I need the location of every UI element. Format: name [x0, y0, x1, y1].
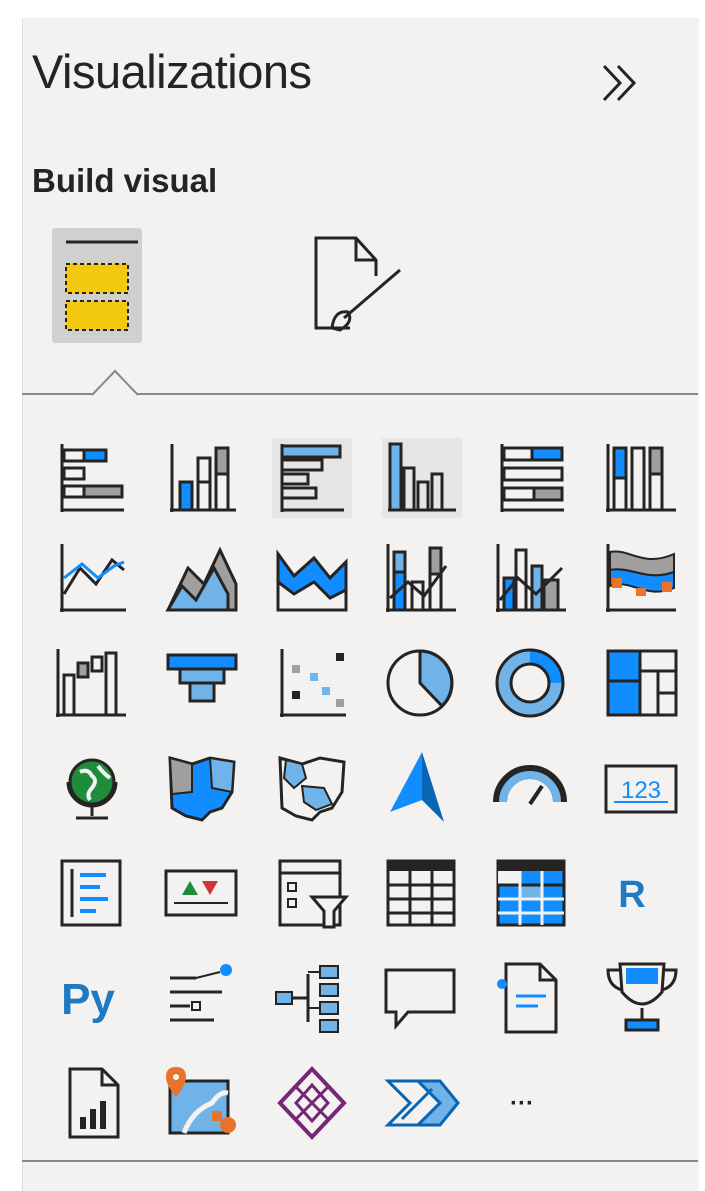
- visual-azure-map[interactable]: [382, 748, 462, 828]
- arcgis-map-icon: [166, 1067, 236, 1135]
- visual-decomposition-tree[interactable]: [272, 958, 352, 1038]
- line-chart-icon: [60, 544, 126, 612]
- visual-funnel[interactable]: [162, 643, 242, 723]
- visual-matrix[interactable]: [492, 853, 572, 933]
- visual-r-script-visual[interactable]: R: [602, 853, 682, 933]
- kpi-icon: [164, 869, 238, 917]
- stacked-area-chart-icon: [276, 549, 348, 612]
- ribbon-chart-icon: [606, 544, 676, 612]
- expand-pane-button[interactable]: [594, 58, 644, 108]
- visual-arcgis-map[interactable]: [162, 1063, 242, 1143]
- visual-treemap[interactable]: [602, 643, 682, 723]
- python-glyph: Py: [61, 975, 115, 1024]
- area-chart-icon: [165, 546, 238, 612]
- visual-smart-narrative[interactable]: [492, 958, 572, 1038]
- python-visual-icon: Py: [61, 975, 115, 1024]
- visual-map[interactable]: [52, 748, 132, 828]
- clustered-column-chart-icon: [388, 442, 456, 512]
- r-script-glyph: R: [618, 874, 645, 916]
- visual-power-apps[interactable]: [272, 1063, 352, 1143]
- line-and-clustered-column-chart-icon: [496, 544, 566, 612]
- visual-scatter-chart[interactable]: [272, 643, 352, 723]
- treemap-icon: [606, 649, 678, 717]
- card-icon: 123: [604, 764, 678, 814]
- r-script-visual-icon: R: [618, 874, 645, 916]
- visual-area-chart[interactable]: [162, 538, 242, 618]
- visual-pie-chart[interactable]: [382, 643, 462, 723]
- tab-format-visual[interactable]: [298, 230, 401, 345]
- visual-stacked-column-chart[interactable]: [162, 438, 242, 518]
- visual-multi-row-card[interactable]: [52, 853, 132, 933]
- stacked-bar-chart-icon: [60, 444, 124, 512]
- visual-ribbon-chart[interactable]: [602, 538, 682, 618]
- stacked-column-chart-icon: [170, 444, 236, 512]
- format-paintbrush-icon: [314, 236, 401, 332]
- visual-paginated-report[interactable]: [52, 1063, 132, 1143]
- selected-tab-caret-icon: [91, 369, 139, 396]
- visual-more-visuals[interactable]: ···: [492, 1063, 572, 1143]
- visual-kpi[interactable]: [162, 853, 242, 933]
- card-value-label: 123: [621, 777, 661, 804]
- 100-stacked-bar-chart-icon: [500, 444, 564, 512]
- visual-clustered-bar-chart[interactable]: [272, 438, 352, 518]
- visual-stacked-bar-chart[interactable]: [52, 438, 132, 518]
- double-chevron-right-icon: [602, 64, 637, 102]
- azure-map-icon: [390, 752, 444, 822]
- power-apps-icon: [277, 1066, 347, 1140]
- visual-slicer[interactable]: [272, 853, 352, 933]
- visual-waterfall-chart[interactable]: [52, 643, 132, 723]
- visual-qa[interactable]: [382, 958, 462, 1038]
- pie-chart-icon: [386, 649, 454, 717]
- scatter-chart-icon: [280, 649, 346, 717]
- map-icon: [66, 758, 118, 820]
- slicer-icon: [278, 859, 350, 929]
- more-visuals-icon: ···: [510, 1090, 534, 1117]
- visual-line-chart[interactable]: [52, 538, 132, 618]
- power-automate-icon: [384, 1079, 460, 1127]
- build-visual-heading: Build visual: [32, 162, 218, 199]
- more-visuals-glyph: ···: [510, 1090, 534, 1117]
- visual-key-influencers[interactable]: [162, 958, 242, 1038]
- smart-narrative-icon: [497, 962, 558, 1034]
- filled-map-icon: [168, 756, 236, 822]
- tab-build-visual[interactable]: [52, 228, 142, 343]
- visual-clustered-column-chart[interactable]: [382, 438, 462, 518]
- table-icon: [386, 859, 456, 927]
- fields-well-icon: [65, 240, 138, 331]
- visual-shape-map[interactable]: [272, 748, 352, 828]
- visual-gauge[interactable]: [492, 748, 572, 828]
- visual-table[interactable]: [382, 853, 462, 933]
- visual-metrics[interactable]: [602, 958, 682, 1038]
- visual-power-automate[interactable]: [382, 1063, 462, 1143]
- key-influencers-icon: [170, 964, 232, 1022]
- matrix-icon: [496, 859, 566, 927]
- line-and-stacked-column-chart-icon: [386, 544, 456, 612]
- visual-card[interactable]: 123: [602, 748, 682, 828]
- visual-100-stacked-column-chart[interactable]: [602, 438, 682, 518]
- clustered-bar-chart-icon: [280, 444, 344, 512]
- donut-chart-icon: [495, 648, 565, 718]
- visual-100-stacked-bar-chart[interactable]: [492, 438, 572, 518]
- visual-stacked-area-chart[interactable]: [272, 538, 352, 618]
- funnel-icon: [166, 653, 238, 703]
- paginated-report-icon: [68, 1067, 120, 1139]
- gauge-icon: [493, 765, 567, 806]
- visual-line-and-stacked-column-chart[interactable]: [382, 538, 462, 618]
- shape-map-icon: [278, 756, 346, 822]
- visual-filled-map[interactable]: [162, 748, 242, 828]
- visual-line-and-clustered-column-chart[interactable]: [492, 538, 572, 618]
- metrics-icon: [606, 962, 678, 1032]
- pane-bottom-divider: [22, 1160, 698, 1162]
- multi-row-card-icon: [60, 859, 122, 927]
- visual-python-visual[interactable]: Py: [52, 958, 132, 1038]
- decomposition-tree-icon: [275, 965, 339, 1033]
- 100-stacked-column-chart-icon: [606, 444, 676, 512]
- waterfall-chart-icon: [56, 649, 126, 717]
- pane-title: Visualizations: [32, 45, 312, 98]
- qa-icon: [384, 968, 456, 1031]
- visual-donut-chart[interactable]: [492, 643, 572, 723]
